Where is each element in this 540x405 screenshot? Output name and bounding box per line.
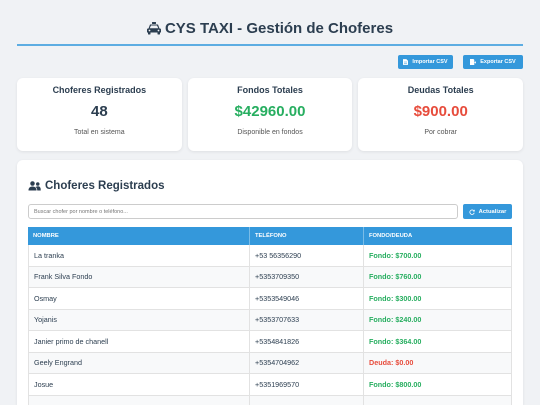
drivers-table: NOMBRE TELÉFONO FONDO/DEUDA La tranka +53…: [28, 227, 512, 405]
table-row: Yojanis +5353707633 Fondo: $240.00: [29, 309, 511, 331]
refresh-label: Actualizar: [478, 208, 507, 215]
driver-balance: Deuda: $0.00: [369, 358, 414, 368]
import-csv-button[interactable]: Importar CSV: [398, 55, 453, 69]
taxi-icon: [146, 21, 161, 35]
table-row: Josue +5351969570 Fondo: $800.00: [29, 374, 511, 396]
driver-balance: [364, 396, 511, 405]
stat-title: Deudas Totales: [407, 85, 474, 95]
export-csv-label: Exportar CSV: [480, 59, 516, 65]
stat-value: 48: [90, 103, 108, 120]
driver-phone: +5351969570: [250, 374, 364, 395]
column-header-name[interactable]: NOMBRE: [28, 227, 250, 245]
refresh-icon: [469, 209, 475, 215]
driver-name: Osmay: [29, 288, 250, 309]
page-title: CYS TAXI - Gestión de Choferes: [164, 19, 394, 37]
driver-name: Janier primo de chanell: [29, 331, 250, 352]
csv-actions: Importar CSV Exportar CSV: [398, 55, 523, 69]
driver-phone: +5353707633: [250, 309, 364, 330]
driver-balance: Fondo: $800.00: [369, 379, 422, 389]
search-input[interactable]: [28, 204, 458, 219]
stat-caption: Disponible en fondos: [237, 129, 303, 136]
driver-name: Josue: [29, 374, 250, 395]
driver-name: Yojanis: [29, 309, 250, 330]
stats-row: Choferes Registrados 48 Total en sistema…: [17, 78, 524, 151]
drivers-heading-text: Choferes Registrados: [45, 180, 165, 192]
driver-phone: +5354704962: [250, 352, 364, 373]
driver-name: La tranka: [29, 245, 250, 266]
driver-phone: +5353709350: [250, 266, 364, 287]
app-page: CYS TAXI - Gestión de Choferes Importar …: [0, 0, 540, 405]
driver-phone: [250, 395, 364, 405]
stat-card-drivers: Choferes Registrados 48 Total en sistema: [17, 78, 182, 151]
drivers-heading: Choferes Registrados: [28, 179, 165, 193]
stat-title: Choferes Registrados: [52, 85, 147, 95]
import-csv-label: Importar CSV: [412, 59, 448, 65]
table-row: Osmay +5353549046 Fondo: $300.00: [29, 288, 511, 310]
driver-phone: +5354841826: [250, 331, 364, 352]
column-header-balance[interactable]: FONDO/DEUDA: [364, 227, 512, 245]
page-header: CYS TAXI - Gestión de Choferes: [17, 19, 523, 37]
driver-balance: Fondo: $240.00: [369, 315, 422, 325]
users-icon: [28, 181, 41, 191]
refresh-button[interactable]: Actualizar: [463, 204, 512, 219]
driver-name: Frank Silva Fondo: [29, 266, 250, 287]
driver-phone: +5353549046: [250, 288, 364, 309]
file-export-icon: [470, 59, 477, 65]
stat-value: $42960.00: [234, 103, 306, 120]
table-row: Frank Silva Fondo +5353709350 Fondo: $760.…: [29, 266, 511, 288]
table-row: Janier primo de chanell +5354841826 Fondo:…: [29, 331, 511, 353]
driver-balance: Fondo: $300.00: [369, 293, 422, 303]
driver-balance: Fondo: $760.00: [369, 272, 422, 282]
table-row-partial: [29, 395, 511, 405]
file-icon: [403, 59, 409, 65]
header-divider: [17, 44, 523, 46]
stat-title: Fondos Totales: [237, 85, 303, 95]
driver-balance: Fondo: $700.00: [369, 250, 422, 260]
table-header: NOMBRE TELÉFONO FONDO/DEUDA: [28, 227, 512, 245]
stat-card-debts: Deudas Totales $900.00 Por cobrar: [358, 78, 524, 151]
driver-balance: Fondo: $364.00: [369, 336, 422, 346]
drivers-panel: Choferes Registrados Actualizar NOMBRE T…: [17, 160, 523, 405]
stat-caption: Por cobrar: [424, 129, 458, 136]
driver-name: [29, 395, 250, 405]
driver-name: Geely Engrand: [29, 352, 250, 373]
stat-card-funds: Fondos Totales $42960.00 Disponible en f…: [187, 78, 353, 151]
stat-caption: Total en sistema: [74, 129, 125, 136]
table-row: Geely Engrand +5354704962 Deuda: $0.00: [29, 352, 511, 374]
export-csv-button[interactable]: Exportar CSV: [463, 55, 523, 69]
driver-phone: +53 56356290: [250, 245, 364, 266]
column-header-phone[interactable]: TELÉFONO: [250, 227, 364, 245]
stat-value: $900.00: [413, 103, 468, 120]
table-body: La tranka +53 56356290 Fondo: $700.00 Frank…: [28, 245, 512, 405]
table-row: La tranka +53 56356290 Fondo: $700.00: [29, 245, 511, 267]
